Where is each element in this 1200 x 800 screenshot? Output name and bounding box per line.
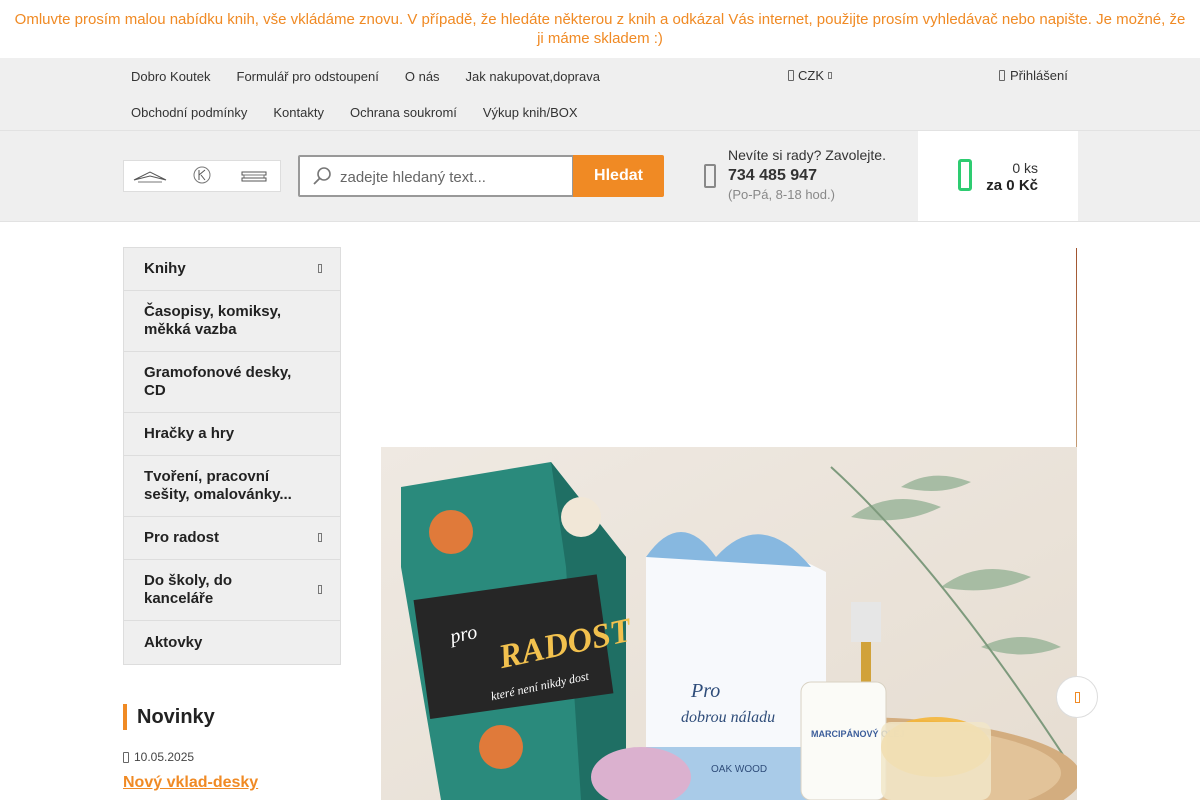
category-item[interactable]: Do školy, do kanceláře	[124, 560, 340, 621]
chevron-right-icon	[318, 264, 322, 273]
package-text-mood: dobrou náladu	[681, 709, 775, 726]
announcement-banner: Omluvte prosím malou nabídku knih, vše v…	[0, 0, 1200, 58]
search-button[interactable]: Hledat	[573, 155, 664, 197]
category-item[interactable]: Hračky a hry	[124, 413, 340, 456]
category-item[interactable]: Aktovky	[124, 621, 340, 664]
cart-count: 0 ks	[1012, 160, 1038, 176]
category-item[interactable]: Knihy	[124, 248, 340, 291]
category-item[interactable]: Tvoření, pracovní sešity, omalovánky...	[124, 456, 340, 517]
opening-hours: (Po-Pá, 8-18 hod.)	[728, 187, 835, 202]
site-logo[interactable]	[123, 160, 281, 192]
news-item-link[interactable]: Nový vklad-desky	[123, 774, 341, 792]
search-icon	[313, 167, 331, 185]
search-box	[298, 155, 574, 197]
logo-stack-icon	[241, 171, 267, 182]
news-section: Novinky 10.05.2025 Nový vklad-desky	[123, 704, 341, 792]
currency-selector[interactable]: CZK	[788, 68, 832, 83]
category-menu: Knihy Časopisy, komiksy, měkká vazba Gramo…	[123, 247, 341, 665]
nav-link-about[interactable]: O nás	[392, 69, 453, 84]
calendar-icon	[123, 751, 129, 763]
currency-icon	[788, 70, 794, 81]
package-text-oak: OAK WOOD	[711, 764, 767, 775]
cart-icon	[958, 159, 972, 191]
category-label: Aktovky	[144, 633, 203, 651]
site-header: Hledat Nevíte si rady? Zavolejte. 734 48…	[0, 131, 1200, 222]
nav-link-terms[interactable]: Obchodní podmínky	[118, 105, 260, 120]
category-label: Pro radost	[144, 529, 220, 546]
top-links: Dobro Koutek Formulář pro odstoupení O n…	[118, 58, 758, 130]
search-input[interactable]	[340, 167, 568, 187]
chevron-down-icon	[828, 72, 832, 79]
news-heading: Novinky	[123, 704, 341, 730]
category-item[interactable]: Pro radost	[124, 517, 340, 560]
logo-monogram-icon	[193, 166, 211, 184]
nav-link-withdrawal-form[interactable]: Formulář pro odstoupení	[224, 69, 392, 84]
nav-link-how-to-buy[interactable]: Jak nakupovat,doprava	[453, 69, 613, 84]
search-form: Hledat	[298, 155, 664, 197]
category-label: Hračky a hry	[144, 425, 235, 442]
promo-banner-image[interactable]: pro RADOST které není nikdy dost Pro dob…	[381, 447, 1077, 800]
chevron-right-icon	[1074, 691, 1080, 703]
top-links-row-2: Obchodní podmínky Kontakty Ochrana soukr…	[118, 94, 758, 130]
cart-summary[interactable]: 0 ks za 0 Kč	[918, 131, 1078, 221]
category-label: Knihy	[144, 260, 186, 277]
category-label: Gramofonové desky, CD	[144, 364, 292, 399]
chevron-right-icon	[318, 585, 322, 594]
nav-link-buyout[interactable]: Výkup knih/BOX	[470, 105, 591, 120]
news-date: 10.05.2025	[123, 750, 341, 764]
category-item[interactable]: Gramofonové desky, CD	[124, 352, 340, 413]
phone-icon	[704, 164, 716, 188]
promo-photo: pro RADOST které není nikdy dost Pro dob…	[381, 447, 1077, 800]
category-label: Do školy, do kanceláře	[144, 572, 233, 607]
slider-next-button[interactable]	[1056, 676, 1098, 718]
news-date-text: 10.05.2025	[134, 750, 195, 764]
cart-total: za 0 Kč	[986, 177, 1038, 194]
category-label: Tvoření, pracovní sešity, omalovánky...	[144, 468, 292, 503]
currency-label: CZK	[798, 68, 824, 83]
login-link[interactable]: Přihlášení	[999, 68, 1068, 83]
phone-number[interactable]: 734 485 947	[728, 167, 908, 185]
nav-link-privacy[interactable]: Ochrana soukromí	[337, 105, 470, 120]
category-label: Časopisy, komiksy, měkká vazba	[144, 303, 282, 338]
nav-link-dobro-koutek[interactable]: Dobro Koutek	[118, 69, 224, 84]
help-question: Nevíte si rady? Zavolejte.	[728, 147, 886, 163]
top-navigation: Dobro Koutek Formulář pro odstoupení O n…	[0, 58, 1200, 131]
chevron-right-icon	[318, 533, 322, 542]
top-links-row-1: Dobro Koutek Formulář pro odstoupení O n…	[118, 58, 758, 94]
package-text-pro: Pro	[690, 680, 720, 702]
category-item[interactable]: Časopisy, komiksy, měkká vazba	[124, 291, 340, 352]
nav-link-contacts[interactable]: Kontakty	[260, 105, 337, 120]
user-icon	[999, 70, 1005, 81]
login-label: Přihlášení	[1010, 68, 1068, 83]
logo-books-icon	[133, 171, 167, 183]
